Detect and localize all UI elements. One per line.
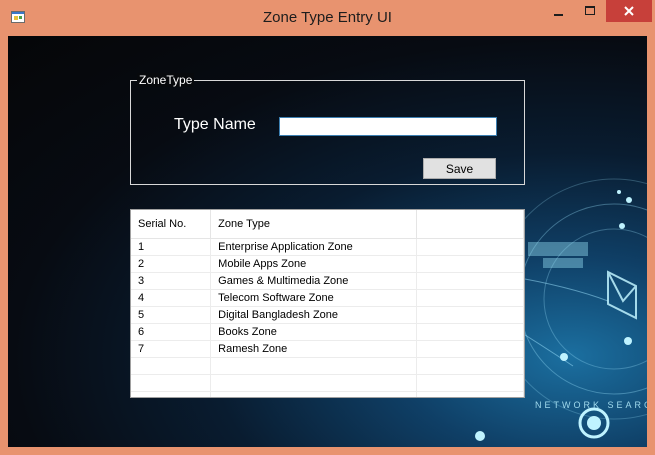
table-row[interactable]: 7 Ramesh Zone	[131, 340, 524, 358]
table-row[interactable]: 5 Digital Bangladesh Zone	[131, 306, 524, 324]
close-button[interactable]	[606, 0, 652, 22]
grid-header-row: Serial No. Zone Type	[131, 210, 524, 239]
empty-cell[interactable]	[416, 238, 524, 256]
serial-cell[interactable]	[131, 374, 212, 392]
type-name-label: Type Name	[174, 116, 256, 133]
empty-cell[interactable]	[416, 323, 524, 341]
serial-cell[interactable]	[131, 391, 212, 397]
close-icon	[624, 6, 634, 16]
zone-type-cell[interactable]	[210, 374, 417, 392]
empty-cell[interactable]	[416, 255, 524, 273]
serial-cell[interactable]: 4	[131, 289, 212, 307]
zone-type-grid[interactable]: Serial No. Zone Type 1 Enterprise Applica…	[130, 209, 525, 398]
serial-cell[interactable]: 5	[131, 306, 212, 324]
table-row[interactable]: 4 Telecom Software Zone	[131, 289, 524, 307]
serial-cell[interactable]: 6	[131, 323, 212, 341]
column-header-empty[interactable]	[416, 210, 524, 239]
app-window: Zone Type Entry UI NETWORK SEARC ZoneTyp…	[0, 0, 655, 455]
empty-cell[interactable]	[416, 272, 524, 290]
serial-cell[interactable]	[131, 357, 212, 375]
zone-type-cell[interactable]: Digital Bangladesh Zone	[210, 306, 417, 324]
zone-type-cell[interactable]: Enterprise Application Zone	[210, 238, 417, 256]
empty-cell[interactable]	[416, 374, 524, 392]
table-row[interactable]	[131, 374, 524, 392]
column-header-zone-type[interactable]: Zone Type	[210, 210, 417, 239]
column-header-serial[interactable]: Serial No.	[131, 210, 212, 239]
empty-cell[interactable]	[416, 391, 524, 397]
title-bar[interactable]: Zone Type Entry UI	[0, 0, 655, 36]
maximize-button[interactable]	[575, 0, 605, 22]
zone-type-cell[interactable]: Ramesh Zone	[210, 340, 417, 358]
save-button[interactable]: Save	[423, 158, 496, 179]
table-row[interactable]: 1 Enterprise Application Zone	[131, 238, 524, 256]
zone-type-cell[interactable]: Telecom Software Zone	[210, 289, 417, 307]
minimize-icon	[554, 14, 563, 16]
type-name-input[interactable]	[279, 117, 497, 136]
network-search-watermark: NETWORK SEARC	[535, 400, 647, 410]
table-row[interactable]: 3 Games & Multimedia Zone	[131, 272, 524, 290]
zonetype-groupbox: ZoneType Type Name Save	[130, 73, 525, 185]
empty-cell[interactable]	[416, 306, 524, 324]
table-row[interactable]	[131, 391, 524, 397]
empty-cell[interactable]	[416, 357, 524, 375]
serial-cell[interactable]: 3	[131, 272, 212, 290]
zone-type-table: Serial No. Zone Type 1 Enterprise Applica…	[131, 210, 524, 397]
zone-type-cell[interactable]: Mobile Apps Zone	[210, 255, 417, 273]
empty-cell[interactable]	[416, 340, 524, 358]
minimize-button[interactable]	[544, 0, 574, 22]
maximize-icon	[585, 6, 595, 15]
table-row[interactable]: 6 Books Zone	[131, 323, 524, 341]
table-row[interactable]	[131, 357, 524, 375]
zone-type-cell[interactable]	[210, 391, 417, 397]
serial-cell[interactable]: 1	[131, 238, 212, 256]
zone-type-cell[interactable]	[210, 357, 417, 375]
serial-cell[interactable]: 2	[131, 255, 212, 273]
empty-cell[interactable]	[416, 289, 524, 307]
serial-cell[interactable]: 7	[131, 340, 212, 358]
table-row[interactable]: 2 Mobile Apps Zone	[131, 255, 524, 273]
zone-type-cell[interactable]: Books Zone	[210, 323, 417, 341]
zone-type-cell[interactable]: Games & Multimedia Zone	[210, 272, 417, 290]
form-client-area: NETWORK SEARC ZoneType Type Name Save Se…	[8, 36, 647, 447]
groupbox-title: ZoneType	[137, 73, 195, 87]
